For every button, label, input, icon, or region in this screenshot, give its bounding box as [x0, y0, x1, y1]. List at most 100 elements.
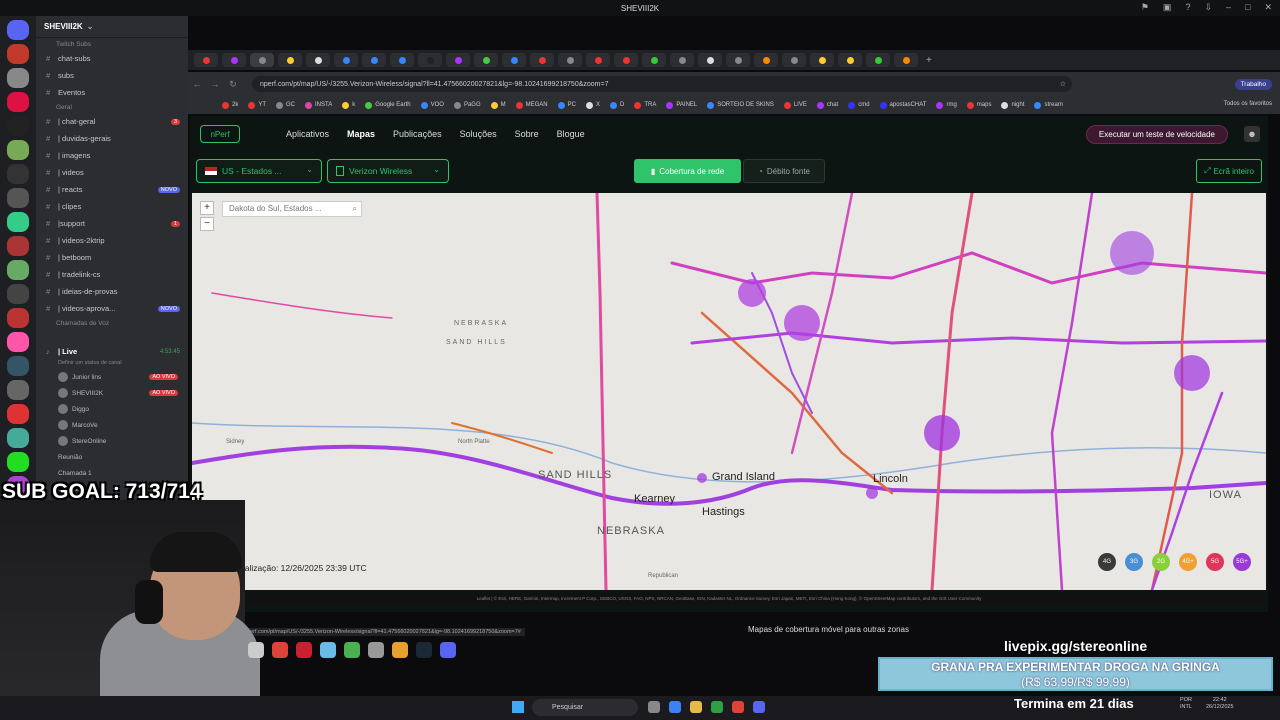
bookmark-item[interactable]: LIVE: [783, 101, 807, 109]
server-icon[interactable]: [7, 284, 29, 304]
speedtest-button[interactable]: Executar um teste de velocidade: [1085, 125, 1228, 144]
channel-item[interactable]: # subs: [36, 67, 188, 84]
server-icon[interactable]: [7, 404, 29, 424]
browser-tab[interactable]: [698, 53, 722, 67]
server-icon[interactable]: [7, 92, 29, 112]
clock[interactable]: 22:42 26/12/2025: [1206, 697, 1234, 711]
channel-item[interactable]: # | videos-aprova... NOVO: [36, 300, 188, 317]
legend-item[interactable]: 3G: [1125, 553, 1143, 571]
channel-item[interactable]: # | betboom: [36, 249, 188, 266]
legend-item[interactable]: 5G+: [1233, 553, 1251, 571]
server-icon[interactable]: [7, 68, 29, 88]
browser-tab[interactable]: [782, 53, 806, 67]
channel-item[interactable]: # | reacts NOVO: [36, 181, 188, 198]
browser-tab[interactable]: [474, 53, 498, 67]
discord-icon[interactable]: [753, 701, 765, 713]
bookmark-item[interactable]: k: [342, 101, 355, 109]
browser-tab[interactable]: [446, 53, 470, 67]
channel-item[interactable]: # |support 1: [36, 215, 188, 232]
server-icon[interactable]: [7, 332, 29, 352]
server-icon[interactable]: [7, 116, 29, 136]
operator-select[interactable]: Verizon Wireless ⌄: [327, 159, 449, 183]
voice-channel-live[interactable]: ♪ | Live 4:53:45: [36, 343, 188, 360]
nav-link[interactable]: Mapas: [347, 129, 375, 139]
category-geral[interactable]: Geral: [36, 101, 188, 113]
minimize-icon[interactable]: –: [1226, 2, 1231, 13]
channel-item[interactable]: # | videos-2ktrip: [36, 232, 188, 249]
bookmark-item[interactable]: MEGAN: [515, 101, 548, 109]
browser-tab[interactable]: [670, 53, 694, 67]
voice-user[interactable]: StereOnline: [36, 433, 188, 449]
bookmark-item[interactable]: GC: [276, 101, 295, 109]
legend-item[interactable]: 4G+: [1179, 553, 1197, 571]
address-bar[interactable]: nperf.com/pt/map/US/-/3255.Verizon-Wirel…: [252, 76, 1072, 92]
channel-item[interactable]: # | ideias-de-provas: [36, 283, 188, 300]
zoom-in-button[interactable]: +: [200, 201, 214, 215]
download-icon[interactable]: ⇩: [1204, 2, 1212, 13]
all-bookmarks[interactable]: Todos os favoritos: [1224, 101, 1272, 107]
server-icon[interactable]: [7, 188, 29, 208]
fullscreen-button[interactable]: ⤢ Ecrã inteiro: [1196, 159, 1262, 183]
bookmark-item[interactable]: TRA: [634, 101, 656, 109]
legend-item[interactable]: 4G: [1098, 553, 1116, 571]
category-twitch-subs[interactable]: Twitch Subs: [36, 38, 188, 50]
browser-tab[interactable]: [278, 53, 302, 67]
server-icon[interactable]: [7, 212, 29, 232]
browser-tab[interactable]: [586, 53, 610, 67]
chrome-icon[interactable]: [272, 642, 288, 658]
server-icon[interactable]: [7, 44, 29, 64]
bookmark-item[interactable]: 2k: [222, 101, 238, 109]
channel-item[interactable]: # | duvidas-gerais: [36, 130, 188, 147]
bookmark-item[interactable]: YT: [248, 101, 266, 109]
bookmark-item[interactable]: INSTA: [305, 101, 332, 109]
chrome-icon[interactable]: [392, 642, 408, 658]
server-icon[interactable]: [7, 140, 29, 160]
browser-tab[interactable]: [306, 53, 330, 67]
category-voice[interactable]: Chamadas de Voz: [36, 317, 188, 329]
channel-item[interactable]: # Eventos: [36, 84, 188, 101]
channel-item[interactable]: # chat-subs: [36, 50, 188, 67]
bookmark-item[interactable]: night: [1001, 101, 1024, 109]
language-indicator[interactable]: POR INTL: [1176, 697, 1196, 711]
browser-tab[interactable]: [558, 53, 582, 67]
browser-tab[interactable]: [614, 53, 638, 67]
chrome-icon[interactable]: [732, 701, 744, 713]
server-icon[interactable]: [7, 452, 29, 472]
zoom-out-button[interactable]: −: [200, 217, 214, 231]
server-icon[interactable]: [7, 356, 29, 376]
server-icon[interactable]: [7, 308, 29, 328]
voice-user[interactable]: Junior lins AO VIVO: [36, 369, 188, 385]
bookmark-item[interactable]: cmd: [848, 101, 870, 109]
nav-link[interactable]: Aplicativos: [286, 129, 329, 139]
other-zones-link[interactable]: Mapas de cobertura móvel para outras zon…: [748, 625, 909, 634]
bookmark-item[interactable]: maps: [966, 101, 991, 109]
bookmark-item[interactable]: SORTEIO DE SKINS: [707, 101, 774, 109]
bookmark-item[interactable]: X: [586, 101, 600, 109]
taskbar-search[interactable]: Pesquisar: [532, 699, 638, 716]
channel-item[interactable]: # | imagens: [36, 147, 188, 164]
browser-tab[interactable]: [530, 53, 554, 67]
bookmark-item[interactable]: chat: [816, 101, 838, 109]
forward-icon[interactable]: →: [206, 79, 224, 89]
browser-tab[interactable]: [502, 53, 526, 67]
browser-tab[interactable]: [726, 53, 750, 67]
close-icon[interactable]: ✕: [1264, 2, 1272, 13]
server-icon[interactable]: [7, 20, 29, 40]
map-search-input[interactable]: Dakota do Sul, Estados ... ⌕: [222, 201, 362, 217]
bookmark-item[interactable]: VOO: [420, 101, 444, 109]
channel-item[interactable]: # | tradelink-cs: [36, 266, 188, 283]
browser-tab[interactable]: [866, 53, 890, 67]
browser-tab[interactable]: [250, 53, 274, 67]
browser-tab[interactable]: [418, 53, 442, 67]
bookmark-item[interactable]: Google Earth: [365, 101, 411, 109]
user-icon[interactable]: ☻: [1244, 126, 1260, 142]
voice-user[interactable]: Diggo: [36, 401, 188, 417]
browser-tab[interactable]: [810, 53, 834, 67]
server-header[interactable]: SHEVIII2K ⌄: [36, 16, 188, 38]
server-icon[interactable]: [7, 428, 29, 448]
browser-tab[interactable]: [362, 53, 386, 67]
bookmark-star-icon[interactable]: ☆: [1060, 80, 1066, 88]
inbox-icon[interactable]: ▣: [1163, 2, 1172, 13]
browser-tab[interactable]: [754, 53, 778, 67]
app-icon[interactable]: [344, 642, 360, 658]
